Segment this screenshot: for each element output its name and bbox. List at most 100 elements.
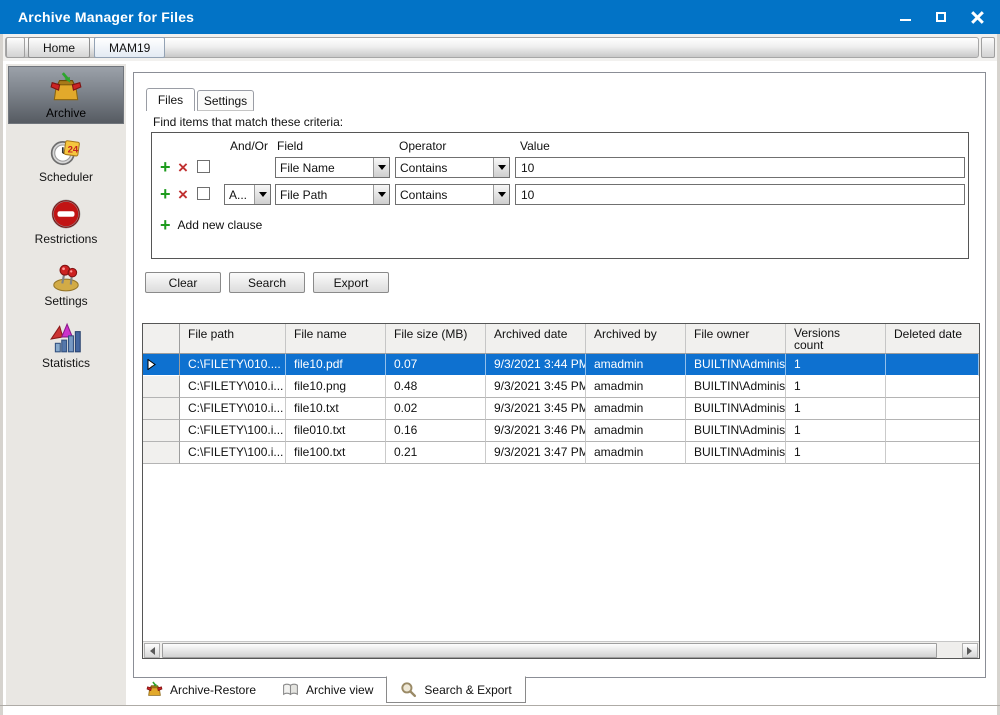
scrollbar-thumb[interactable]: [162, 643, 937, 658]
tab-search-export[interactable]: Search & Export: [386, 676, 525, 703]
title-bar: Archive Manager for Files: [0, 0, 1000, 34]
cell-versions-count: 1: [786, 442, 886, 464]
column-header-archived-by[interactable]: Archived by: [586, 324, 686, 353]
cell-file-path: C:\FILETY\100.i...: [180, 442, 286, 464]
sidebar-item-scheduler[interactable]: 24 Scheduler: [6, 128, 126, 190]
andor-dropdown[interactable]: A...: [224, 184, 271, 205]
dropdown-button[interactable]: [373, 158, 389, 177]
results-grid: File path File name File size (MB) Archi…: [142, 323, 980, 659]
scroll-right-button[interactable]: [962, 643, 978, 658]
row-indicator-cell: [143, 376, 180, 398]
operator-dropdown[interactable]: Contains: [395, 184, 510, 205]
criteria-box: And/Or Field Operator Value + × File Nam…: [151, 132, 969, 259]
dropdown-button[interactable]: [493, 158, 509, 177]
add-clause-icon[interactable]: +: [160, 157, 171, 177]
toolbar-endcap-button[interactable]: [981, 37, 995, 58]
row-arrow-icon: [147, 359, 156, 370]
cell-file-name: file100.txt: [286, 442, 386, 464]
close-button[interactable]: [966, 6, 988, 28]
add-clause-icon[interactable]: +: [160, 184, 171, 204]
tab-label: Search & Export: [424, 683, 511, 697]
cell-deleted-date: [886, 442, 979, 464]
mam19-button[interactable]: MAM19: [94, 37, 165, 58]
minimize-button[interactable]: [894, 6, 916, 28]
table-row[interactable]: C:\FILETY\010.i... file10.png 0.48 9/3/2…: [143, 376, 979, 398]
column-header-deleted-date[interactable]: Deleted date: [886, 324, 979, 353]
window-controls: [894, 0, 988, 34]
cell-file-owner: BUILTIN\Adminis...: [686, 442, 786, 464]
clear-button[interactable]: Clear: [145, 272, 221, 293]
cell-deleted-date: [886, 420, 979, 442]
table-row[interactable]: C:\FILETY\100.i... file010.txt 0.16 9/3/…: [143, 420, 979, 442]
criteria-caption: Find items that match these criteria:: [153, 115, 343, 129]
sidebar: Archive 24 Scheduler Restrictions: [6, 64, 126, 705]
maximize-button[interactable]: [930, 6, 952, 28]
cell-file-size: 0.02: [386, 398, 486, 420]
field-dropdown[interactable]: File Path: [275, 184, 390, 205]
scroll-left-button[interactable]: [144, 643, 160, 658]
clause-checkbox[interactable]: [197, 187, 210, 200]
cell-file-path: C:\FILETY\010.i...: [180, 398, 286, 420]
minimize-icon: [900, 19, 911, 21]
operator-dropdown[interactable]: Contains: [395, 157, 510, 178]
home-button[interactable]: Home: [28, 37, 90, 58]
criteria-header-andor: And/Or: [230, 139, 268, 153]
row-indicator-cell: [143, 442, 180, 464]
field-dropdown-value: File Name: [276, 158, 373, 177]
column-header-file-owner[interactable]: File owner: [686, 324, 786, 353]
sidebar-item-label: Settings: [44, 294, 87, 308]
cell-archived-date: 9/3/2021 3:45 PM: [486, 376, 586, 398]
cell-archived-date: 9/3/2021 3:47 PM: [486, 442, 586, 464]
content-panel: Files Settings Find items that match the…: [133, 72, 986, 678]
tab-settings[interactable]: Settings: [197, 90, 254, 111]
column-header-versions-count[interactable]: Versions count: [786, 324, 886, 353]
sidebar-item-statistics[interactable]: Statistics: [6, 314, 126, 376]
cell-archived-date: 9/3/2021 3:46 PM: [486, 420, 586, 442]
tab-archive-view[interactable]: Archive view: [269, 677, 386, 702]
scheduler-clock-icon: 24: [49, 135, 83, 169]
column-header-file-path[interactable]: File path: [180, 324, 286, 353]
value-input[interactable]: [515, 157, 965, 178]
search-button[interactable]: Search: [229, 272, 305, 293]
cell-file-name: file010.txt: [286, 420, 386, 442]
value-input[interactable]: [515, 184, 965, 205]
delete-clause-icon[interactable]: ×: [178, 185, 188, 205]
sidebar-item-settings[interactable]: Settings: [6, 252, 126, 314]
restrictions-no-entry-icon: [49, 197, 83, 231]
chevron-down-icon: [378, 165, 386, 174]
column-header-archived-date[interactable]: Archived date: [486, 324, 586, 353]
table-row[interactable]: C:\FILETY\100.i... file100.txt 0.21 9/3/…: [143, 442, 979, 464]
sidebar-item-label: Archive: [46, 106, 86, 120]
cell-file-name: file10.txt: [286, 398, 386, 420]
clause-checkbox[interactable]: [197, 160, 210, 173]
criteria-header-operator: Operator: [399, 139, 446, 153]
cell-file-path: C:\FILETY\010.i...: [180, 376, 286, 398]
tab-archive-restore[interactable]: Archive-Restore: [133, 677, 269, 702]
cell-file-owner: BUILTIN\Adminis...: [686, 376, 786, 398]
sidebar-item-label: Restrictions: [35, 232, 98, 246]
dropdown-button[interactable]: [254, 185, 270, 204]
delete-clause-icon[interactable]: ×: [178, 158, 188, 178]
dropdown-button[interactable]: [493, 185, 509, 204]
field-dropdown[interactable]: File Name: [275, 157, 390, 178]
export-button[interactable]: Export: [313, 272, 389, 293]
scheduler-badge-text: 24: [68, 144, 79, 155]
criteria-header-value: Value: [520, 139, 550, 153]
row-indicator-header: [143, 324, 180, 353]
cell-archived-by: amadmin: [586, 398, 686, 420]
tab-files[interactable]: Files: [146, 88, 195, 111]
sidebar-item-archive[interactable]: Archive: [8, 66, 124, 124]
table-row[interactable]: C:\FILETY\010.... file10.pdf 0.07 9/3/20…: [143, 354, 979, 376]
table-row[interactable]: C:\FILETY\010.i... file10.txt 0.02 9/3/2…: [143, 398, 979, 420]
toolbar-grip-button[interactable]: [6, 37, 25, 58]
settings-pins-icon: [49, 259, 83, 293]
add-new-clause-link[interactable]: + Add new clause: [160, 215, 262, 235]
column-header-file-name[interactable]: File name: [286, 324, 386, 353]
sidebar-item-label: Statistics: [42, 356, 90, 370]
horizontal-scrollbar[interactable]: [143, 641, 979, 658]
dropdown-button[interactable]: [373, 185, 389, 204]
sidebar-item-restrictions[interactable]: Restrictions: [6, 190, 126, 252]
andor-dropdown-value: A...: [225, 185, 254, 204]
bottom-tab-strip: Archive-Restore Archive view Search & Ex…: [133, 677, 526, 704]
column-header-file-size[interactable]: File size (MB): [386, 324, 486, 353]
